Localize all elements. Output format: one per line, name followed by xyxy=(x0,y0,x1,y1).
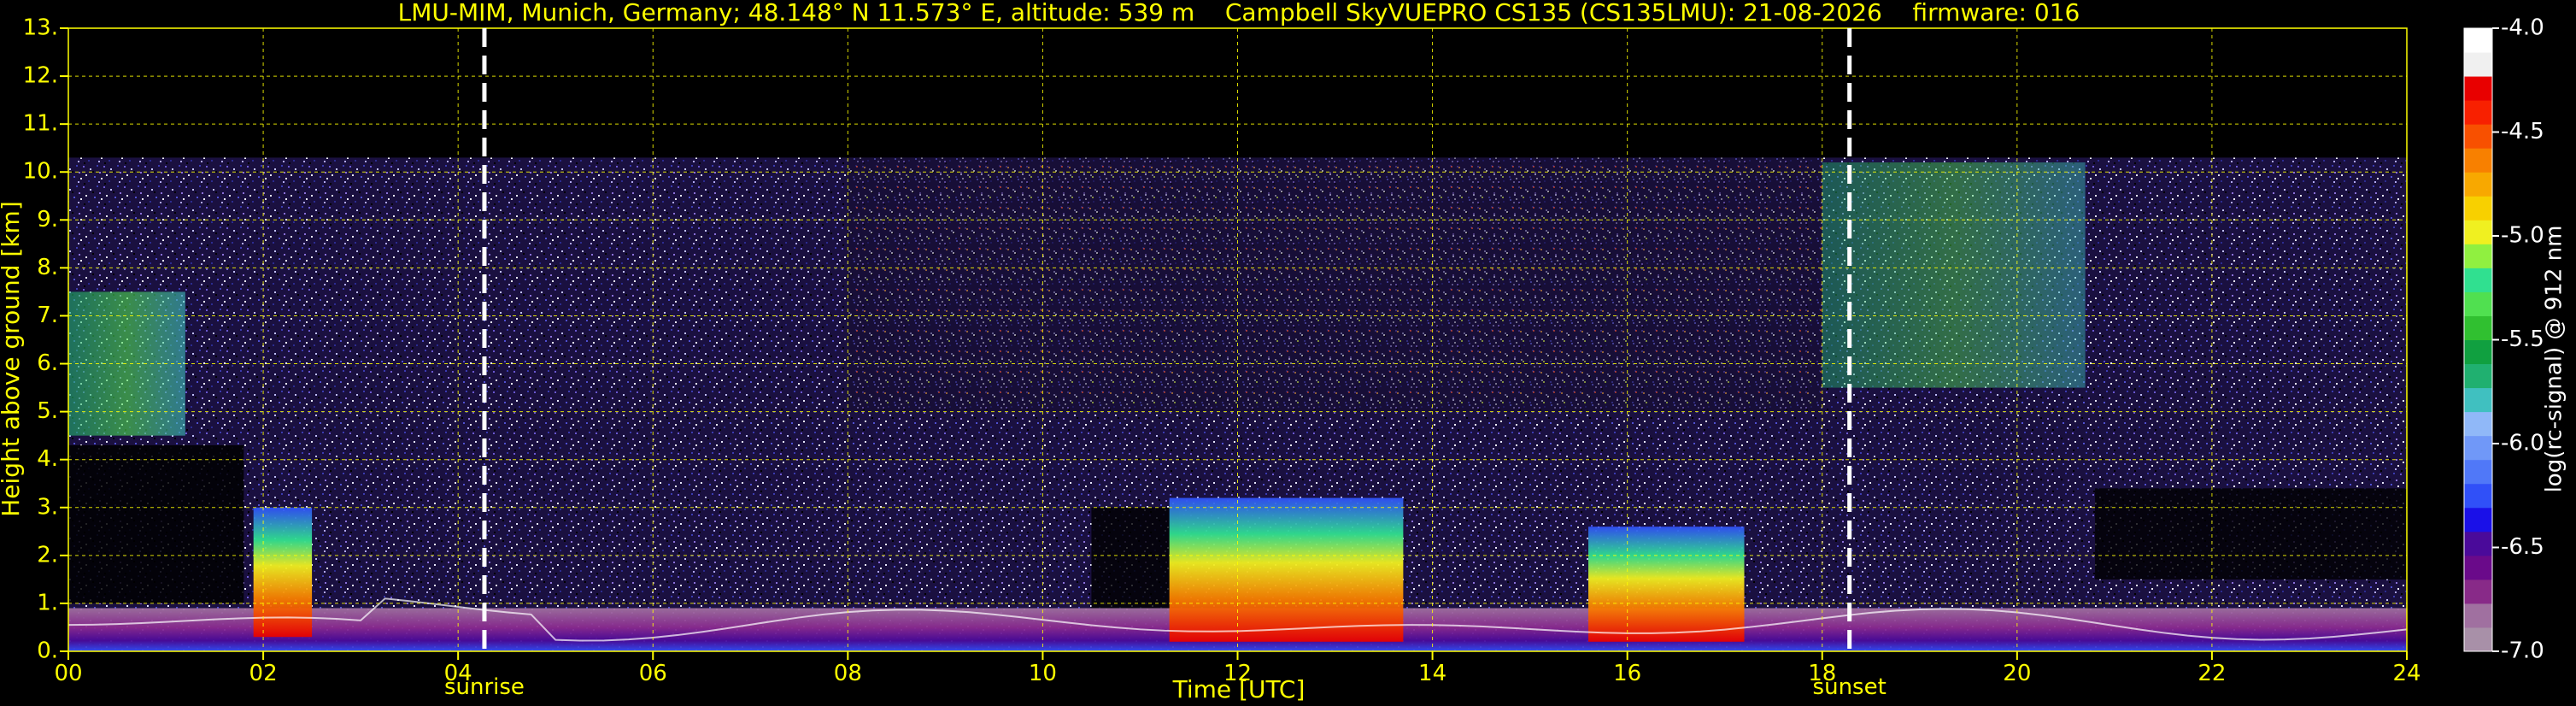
colorbar-swatch xyxy=(2464,411,2492,437)
y-tick-label: 8. xyxy=(37,255,58,280)
colorbar-tick-label: -6.5 xyxy=(2501,534,2544,560)
colorbar-label: log(rc-signal) @ 912 nm xyxy=(2542,226,2567,493)
colorbar-swatch xyxy=(2464,387,2492,413)
colorbar-swatch xyxy=(2464,52,2492,77)
x-tick-label: 24 xyxy=(2392,661,2421,686)
y-tick-label: 12. xyxy=(23,63,58,89)
colorbar-swatch xyxy=(2464,507,2492,532)
x-tick-label: 18 xyxy=(1808,661,1836,686)
x-tick-label: 06 xyxy=(639,661,667,686)
colorbar-swatch xyxy=(2464,627,2492,652)
colorbar-swatch xyxy=(2464,459,2492,485)
colorbar-swatch xyxy=(2464,100,2492,125)
y-tick-label: 9. xyxy=(37,207,58,232)
noise-field-warm xyxy=(848,157,1822,412)
colorbar-swatch xyxy=(2464,28,2492,53)
x-tick-label: 08 xyxy=(834,661,862,686)
y-axis-label: Height above ground [km] xyxy=(0,201,25,517)
heatmap-feature xyxy=(1822,162,2086,388)
colorbar-swatch xyxy=(2464,148,2492,173)
colorbar-swatch xyxy=(2464,268,2492,292)
colorbar-swatch xyxy=(2464,76,2492,101)
colorbar-tick-label: -4.5 xyxy=(2501,119,2544,144)
colorbar-tick-label: -7.0 xyxy=(2501,638,2544,664)
y-tick-label: 2. xyxy=(37,542,58,568)
x-tick-label: 04 xyxy=(444,661,472,686)
colorbar-swatch xyxy=(2464,435,2492,461)
x-tick-label: 14 xyxy=(1418,661,1446,686)
y-tick-label: 10. xyxy=(23,159,58,185)
colorbar-tick-label: -5.0 xyxy=(2501,223,2544,249)
y-tick-label: 3. xyxy=(37,494,58,520)
x-tick-label: 20 xyxy=(2003,661,2031,686)
clear-region xyxy=(2095,488,2407,580)
x-tick-label: 00 xyxy=(54,661,82,686)
y-tick-label: 5. xyxy=(37,398,58,424)
x-tick-label: 22 xyxy=(2198,661,2226,686)
heatmap-feature xyxy=(1588,527,1745,642)
colorbar-tick-label: -5.5 xyxy=(2501,327,2544,352)
colorbar-swatch xyxy=(2464,555,2492,580)
colorbar-swatch xyxy=(2464,531,2492,556)
y-axis: 0. 1. 2. 3. 4. 5. 6. 7. 8. 9. 10. 11. 12. 13. xyxy=(23,15,68,664)
colorbar: -4.0 -4.5 -5.0 -5.5 -6.0 -6.5 -7.0 xyxy=(2463,15,2544,664)
chart-title: LMU-MIM, Munich, Germany; 48.148° N 11.5… xyxy=(398,0,2080,26)
y-tick-label: 13. xyxy=(23,15,58,41)
heatmap-feature xyxy=(1169,497,1404,642)
y-tick-label: 1. xyxy=(37,590,58,615)
x-tick-label: 02 xyxy=(249,661,278,686)
x-tick-label: 16 xyxy=(1613,661,1641,686)
colorbar-swatch xyxy=(2464,196,2492,221)
colorbar-swatch xyxy=(2464,339,2492,365)
colorbar-swatch xyxy=(2464,220,2492,244)
colorbar-swatch xyxy=(2464,172,2492,197)
y-tick-label: 6. xyxy=(37,350,58,376)
x-axis-label: Time [UTC] xyxy=(1172,675,1306,703)
colorbar-swatch xyxy=(2464,483,2492,509)
y-tick-label: 7. xyxy=(37,303,58,328)
y-tick-label: 11. xyxy=(23,111,58,137)
colorbar-swatch xyxy=(2464,363,2492,389)
colorbar-swatch xyxy=(2464,315,2492,340)
colorbar-tick-label: -4.0 xyxy=(2501,15,2544,41)
colorbar-tick-label: -6.0 xyxy=(2501,431,2544,456)
colorbar-swatch xyxy=(2464,579,2492,604)
y-tick-label: 4. xyxy=(37,446,58,472)
x-tick-label: 10 xyxy=(1029,661,1057,686)
colorbar-swatch xyxy=(2464,244,2492,268)
ceilometer-chart: sunrise sunset 0.1.2.3.4.5.6.7.8.9.10.11.… xyxy=(0,0,2567,703)
clear-region xyxy=(68,444,244,603)
colorbar-swatch xyxy=(2464,603,2492,628)
y-tick-label: 0. xyxy=(37,638,58,664)
clear-region xyxy=(1091,507,1180,609)
heatmap-feature xyxy=(68,291,185,436)
colorbar-swatch xyxy=(2464,291,2492,316)
colorbar-swatch xyxy=(2464,124,2492,149)
